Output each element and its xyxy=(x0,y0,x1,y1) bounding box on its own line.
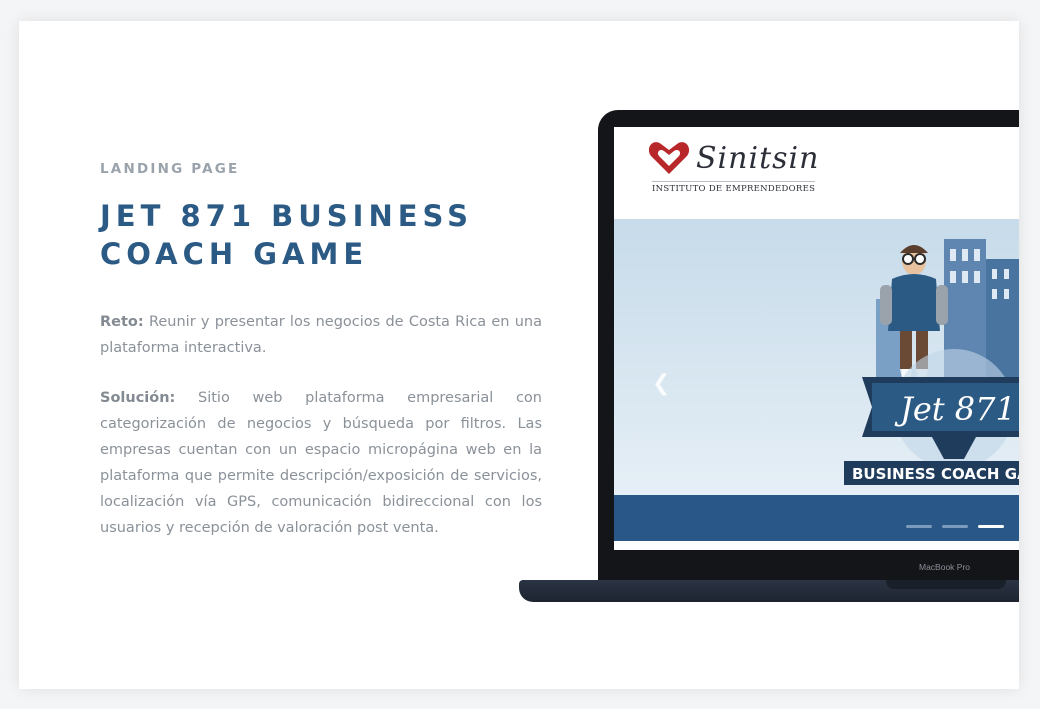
heart-logo-icon xyxy=(648,142,690,174)
solution-paragraph: Solución: Sitio web plataforma empresari… xyxy=(100,385,542,541)
hero-script-text: Jet 871 xyxy=(894,390,1016,428)
site-logo-subtitle: INSTITUTO DE EMPRENDEDORES xyxy=(652,181,816,194)
site-logo-name: Sinitsin xyxy=(696,141,820,176)
jet-871-hero-illustration: Jet 871 BUSINESS COACH GA xyxy=(844,239,1019,485)
portfolio-card: LANDING PAGE JET 871 BUSINESS COACH GAME… xyxy=(19,21,1019,689)
challenge-text: Reunir y presentar los negocios de Costa… xyxy=(100,314,542,356)
slider-dot-2[interactable] xyxy=(942,525,969,528)
slider-dot-1[interactable] xyxy=(906,525,932,528)
laptop-base xyxy=(519,580,1019,602)
slider-dot-3[interactable] xyxy=(978,525,1005,528)
site-slider-footer xyxy=(614,495,1019,541)
site-hero-slider: ❮ Jet 871 BUSINESS COACH GA xyxy=(614,219,1019,495)
project-description: LANDING PAGE JET 871 BUSINESS COACH GAME… xyxy=(100,161,542,565)
challenge-paragraph: Reto: Reunir y presentar los negocios de… xyxy=(100,309,542,361)
challenge-label: Reto: xyxy=(100,314,144,330)
solution-label: Solución: xyxy=(100,390,176,406)
laptop-mockup: Sinitsin INSTITUTO DE EMPRENDEDORES ❮ Je… xyxy=(519,110,1019,610)
device-label: MacBook Pro xyxy=(919,562,971,572)
slider-dots xyxy=(906,513,1009,532)
project-title-line1: JET 871 BUSINESS xyxy=(100,199,473,233)
project-title-line2: COACH GAME xyxy=(100,237,369,271)
site-header: Sinitsin INSTITUTO DE EMPRENDEDORES xyxy=(614,127,1019,219)
hero-banner-text: BUSINESS COACH GA xyxy=(852,465,1019,483)
laptop-notch xyxy=(886,580,1006,589)
category-label: LANDING PAGE xyxy=(100,161,240,177)
project-title: JET 871 BUSINESS COACH GAME xyxy=(100,197,542,273)
laptop-screen: Sinitsin INSTITUTO DE EMPRENDEDORES ❮ Je… xyxy=(614,127,1019,550)
solution-text: Sitio web plataforma empresarial con cat… xyxy=(100,390,542,536)
